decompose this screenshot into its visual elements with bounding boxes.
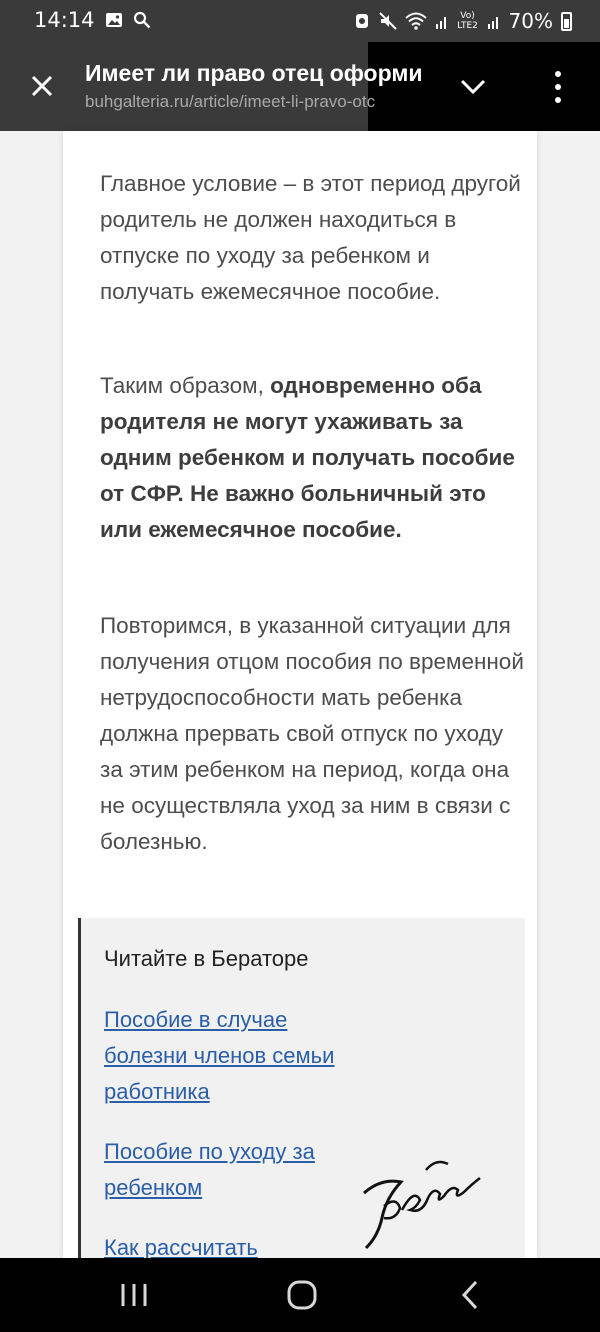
page-title: Имеет ли право отец оформи — [85, 60, 423, 86]
image-icon — [105, 13, 122, 27]
chevron-down-icon[interactable] — [458, 74, 488, 98]
read-more-link-1[interactable]: Пособие в случае болезни членов семьи ра… — [104, 1002, 364, 1110]
home-icon[interactable] — [282, 1277, 322, 1313]
signal-icon — [435, 17, 446, 29]
battery-percent: 70% — [508, 9, 553, 33]
mute-icon — [378, 12, 397, 30]
title-area[interactable]: Имеет ли право отец оформи buhgalteria.r… — [85, 60, 430, 112]
system-nav-bar — [0, 1258, 600, 1332]
battery-icon — [561, 11, 572, 31]
article-content: Главное условие – в этот период другой р… — [63, 131, 537, 1258]
status-bar: 14:14 Vo) LTE2 70% — [0, 0, 600, 42]
article-paragraph-3: Повторимся, в указанной ситуации для пол… — [100, 613, 524, 854]
data-saver-icon — [355, 14, 368, 28]
read-more-box: Читайте в Бераторе Пособие в случае боле… — [78, 918, 525, 1258]
page-url: buhgalteria.ru/article/imeet-li-pravo-ot… — [85, 92, 376, 111]
article-paragraph-2: Таким образом, одновременно оба родителя… — [100, 368, 525, 548]
browser-toolbar: Имеет ли право отец оформи buhgalteria.r… — [0, 42, 600, 131]
paragraph-2-start: Таким образом, — [100, 373, 271, 398]
close-icon[interactable] — [24, 68, 60, 104]
search-icon — [133, 11, 150, 29]
status-right: Vo) LTE2 70% — [353, 9, 572, 33]
back-icon[interactable] — [450, 1277, 490, 1313]
wifi-icon — [404, 12, 427, 30]
read-more-links: Пособие в случае болезни членов семьи ра… — [104, 1002, 364, 1258]
more-vert-icon[interactable] — [548, 68, 568, 106]
network-label: Vo) LTE2 — [457, 11, 478, 31]
read-more-link-2[interactable]: Пособие по уходу за ребенком — [104, 1134, 364, 1206]
paragraph-2-bold: одновременно оба родителя не могут ухажи… — [100, 373, 515, 542]
recent-apps-icon[interactable] — [114, 1277, 154, 1313]
berator-signature-logo — [363, 1160, 481, 1250]
signal-icon-2 — [487, 17, 498, 29]
read-more-heading: Читайте в Бераторе — [104, 946, 309, 971]
read-more-link-3[interactable]: Как рассчитать — [104, 1230, 364, 1258]
article-paragraph-1: Главное условие – в этот период другой р… — [100, 171, 521, 304]
clock: 14:14 — [34, 8, 95, 32]
status-left: 14:14 — [34, 8, 151, 32]
